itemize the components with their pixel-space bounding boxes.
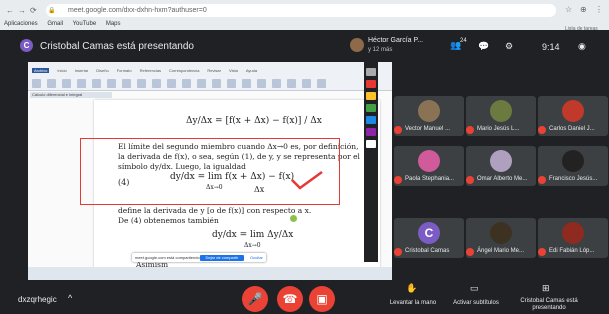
cursor-dot bbox=[290, 215, 297, 222]
activities-icon[interactable]: ⚙ bbox=[505, 41, 513, 52]
bookmark-apps[interactable]: Aplicaciones bbox=[4, 21, 38, 27]
url-bar[interactable]: meet.google.com/dxx-dxhn-hxm?authuser=0 bbox=[46, 4, 556, 17]
screen-share-toast: meet.google.com está compartiendo la pan… bbox=[132, 253, 266, 262]
after-text: define la derivada de y [o de f(x)] con … bbox=[118, 206, 311, 226]
equation-2: dy/dx = lim Δy/Δx bbox=[212, 230, 294, 240]
bookmarks-bar: Aplicaciones Gmail YouTube Maps bbox=[0, 19, 609, 30]
captions-label[interactable]: Activar subtítulos bbox=[448, 300, 504, 306]
participants-count: 24 bbox=[460, 38, 467, 44]
participant-tile[interactable]: Vector Manuel ... bbox=[394, 96, 464, 136]
host-sub: y 12 más bbox=[368, 47, 393, 53]
after-line: De (4) obtenemos también bbox=[118, 216, 219, 225]
reload-icon[interactable]: ⟳ bbox=[30, 6, 37, 15]
menu-icon[interactable]: ⋮ bbox=[595, 5, 603, 14]
tool-blue[interactable] bbox=[366, 116, 376, 124]
clock-time: 9:14 bbox=[542, 42, 560, 52]
raise-hand-label[interactable]: Levantar la mano bbox=[385, 300, 441, 306]
participant-tile[interactable]: Edi Fabián Lóp... bbox=[538, 218, 608, 258]
participant-avatar bbox=[490, 150, 512, 172]
chevron-up-icon[interactable]: ^ bbox=[68, 293, 72, 303]
participant-avatar bbox=[490, 100, 512, 122]
presenter-avatar: C bbox=[20, 39, 33, 52]
url-text: meet.google.com/dxx-dxhn-hxm?authuser=0 bbox=[68, 7, 207, 14]
presenting-bottom-label[interactable]: Cristobal Camas está presentando bbox=[518, 298, 580, 312]
tool-white[interactable] bbox=[366, 140, 376, 148]
participant-name: Vector Manuel ... bbox=[405, 126, 451, 132]
user-avatar-icon[interactable]: ◉ bbox=[578, 41, 586, 52]
tool-red[interactable] bbox=[366, 80, 376, 88]
tool-pointer[interactable] bbox=[366, 68, 376, 76]
participant-avatar bbox=[418, 150, 440, 172]
presenting-label: Cristobal Camas está presentando bbox=[40, 41, 194, 52]
forward-icon[interactable]: → bbox=[18, 6, 26, 15]
mic-off-icon: 🎤 bbox=[247, 292, 263, 306]
participant-tile[interactable]: Paola Stephania... bbox=[394, 146, 464, 186]
document-tab[interactable]: Cálculo diferencial e integral bbox=[30, 92, 112, 98]
muted-mic-icon bbox=[466, 176, 474, 184]
muted-mic-icon bbox=[394, 126, 402, 134]
participant-avatar bbox=[490, 222, 512, 244]
participant-avatar bbox=[562, 150, 584, 172]
muted-mic-icon bbox=[394, 176, 402, 184]
participant-name: Mario Jesús L... bbox=[477, 126, 520, 132]
lock-icon: 🔒 bbox=[48, 8, 56, 14]
participant-tile[interactable]: C Cristobal Camas bbox=[394, 218, 464, 258]
star-icon[interactable]: ☆ bbox=[565, 5, 572, 14]
annotation-toolbar bbox=[364, 62, 378, 262]
muted-mic-icon bbox=[538, 176, 546, 184]
host-avatar bbox=[350, 38, 364, 52]
after-line: define la derivada de y [o de f(x)] con … bbox=[118, 206, 312, 215]
participant-name: Omar Alberto Me... bbox=[477, 176, 528, 182]
meeting-code: dxzqrhegic bbox=[18, 295, 57, 304]
stop-sharing-button[interactable]: Dejar de compartir bbox=[200, 255, 244, 261]
mic-off-button[interactable]: 🎤 bbox=[242, 286, 268, 312]
tool-green[interactable] bbox=[366, 104, 376, 112]
muted-mic-icon bbox=[538, 126, 546, 134]
host-name: Héctor García P... bbox=[368, 37, 424, 44]
raise-hand-icon[interactable]: ✋ bbox=[406, 283, 417, 294]
tool-yellow[interactable] bbox=[366, 92, 376, 100]
captions-icon[interactable]: ▭ bbox=[470, 283, 479, 294]
bookmark-maps[interactable]: Maps bbox=[106, 21, 121, 27]
participant-avatar bbox=[562, 222, 584, 244]
bookmark-youtube[interactable]: YouTube bbox=[73, 21, 97, 27]
camera-off-button[interactable]: ▣ bbox=[309, 286, 335, 312]
participant-avatar bbox=[418, 100, 440, 122]
tool-purple[interactable] bbox=[366, 128, 376, 136]
ribbon-tools bbox=[32, 75, 388, 88]
muted-mic-icon bbox=[466, 248, 474, 256]
participant-tile[interactable]: Omar Alberto Me... bbox=[466, 146, 536, 186]
participant-tile[interactable]: Mario Jesús L... bbox=[466, 96, 536, 136]
participant-name: Carlos Daniel J... bbox=[549, 126, 595, 132]
class-list-label: Lista de tareas bbox=[565, 26, 598, 32]
participant-tile[interactable]: Francisco Jesús... bbox=[538, 146, 608, 186]
hide-button[interactable]: Ocultar bbox=[250, 255, 263, 260]
chat-icon[interactable]: 💬 bbox=[478, 41, 489, 52]
muted-mic-icon bbox=[538, 248, 546, 256]
participant-name: Edi Fabián Lóp... bbox=[549, 248, 595, 254]
word-ribbon: Archivo Inicio Insertar Diseño Formato Refere… bbox=[28, 62, 392, 91]
participant-name: Ángel Mario Me... bbox=[477, 248, 525, 254]
participant-tile[interactable]: Carlos Daniel J... bbox=[538, 96, 608, 136]
muted-mic-icon bbox=[394, 248, 402, 256]
participant-name: Cristobal Camas bbox=[405, 248, 450, 254]
ribbon-tabs: Archivo Inicio Insertar Diseño Formato Refere… bbox=[32, 68, 258, 73]
phone-icon: ☎ bbox=[282, 292, 298, 306]
end-call-button[interactable]: ☎ bbox=[277, 286, 303, 312]
participant-tile[interactable]: Ángel Mario Me... bbox=[466, 218, 536, 258]
equation-2-limit: Δx→0 bbox=[244, 242, 261, 249]
bookmark-gmail[interactable]: Gmail bbox=[47, 21, 63, 27]
participant-avatar: C bbox=[418, 222, 440, 244]
back-icon[interactable]: ← bbox=[6, 6, 14, 15]
extension-icon[interactable]: ⊕ bbox=[580, 5, 587, 14]
participant-name: Paola Stephania... bbox=[405, 176, 455, 182]
participant-avatar bbox=[562, 100, 584, 122]
windows-taskbar bbox=[28, 267, 392, 280]
participant-name: Francisco Jesús... bbox=[549, 176, 598, 182]
math-top: Δy/Δx = [f(x + Δx) − f(x)] / Δx bbox=[186, 116, 322, 126]
highlight-box bbox=[80, 138, 340, 205]
camera-off-icon: ▣ bbox=[316, 292, 328, 306]
muted-mic-icon bbox=[466, 126, 474, 134]
present-icon[interactable]: ⊞ bbox=[542, 283, 550, 294]
